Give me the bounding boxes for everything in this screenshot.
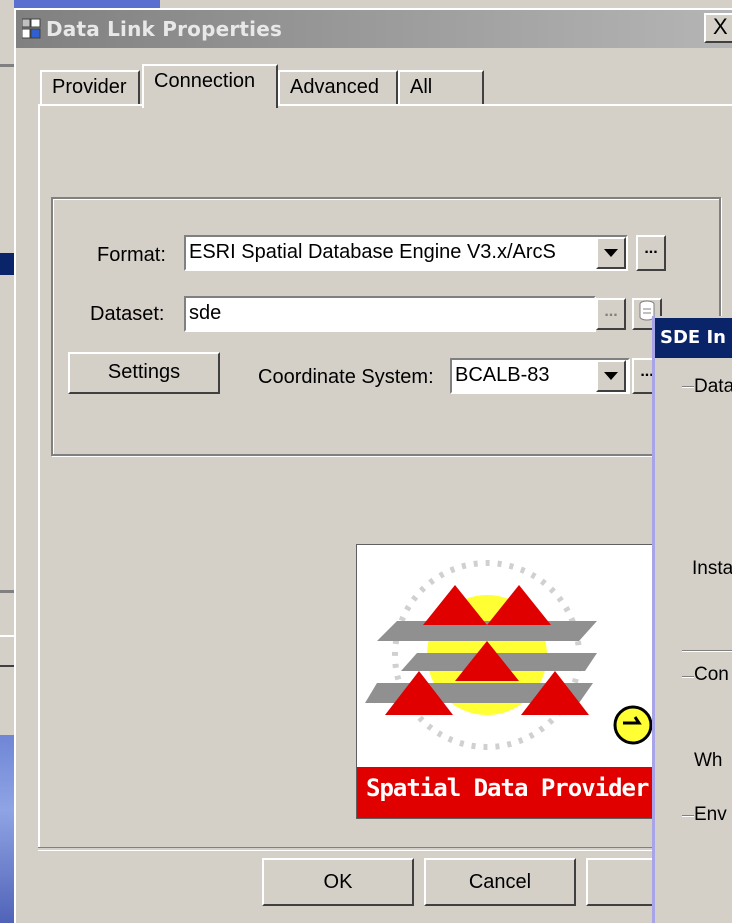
format-value: ESRI Spatial Database Engine V3.x/ArcS (189, 241, 556, 263)
sde-window-title: SDE In (660, 327, 726, 348)
sde-group-border (682, 815, 694, 817)
chevron-down-icon (604, 249, 618, 257)
sde-environment-label: Env (694, 804, 727, 825)
ok-button[interactable]: OK (262, 858, 414, 906)
dataset-input[interactable]: sde (184, 296, 596, 332)
settings-button[interactable]: Settings (68, 352, 220, 394)
tab-advanced[interactable]: Advanced (278, 70, 398, 104)
chevron-down-icon (604, 372, 618, 380)
dataset-browse-button[interactable]: ... (596, 298, 626, 330)
dataset-value: sde (189, 302, 222, 324)
tab-label: Connection (154, 70, 256, 92)
dataset-label: Dataset: (90, 303, 165, 325)
dialog-title: Data Link Properties (46, 17, 283, 41)
cancel-button[interactable]: Cancel (424, 858, 576, 906)
coordinate-dropdown-button[interactable] (596, 360, 626, 392)
format-dropdown-button[interactable] (596, 237, 626, 269)
background-desktop-panel (0, 735, 14, 923)
sde-group-label: Data (694, 376, 732, 397)
coordinate-system-label: Coordinate System: (258, 366, 434, 388)
sde-group-border (682, 386, 694, 388)
format-select[interactable]: ESRI Spatial Database Engine V3.x/ArcS (184, 235, 628, 271)
bottom-separator (38, 847, 732, 851)
background-window-edge-top (160, 0, 732, 8)
sde-instance-label: Insta (692, 558, 732, 579)
tab-all[interactable]: All (398, 70, 484, 104)
data-link-app-icon (21, 18, 42, 40)
tab-label: All (410, 76, 433, 98)
format-browse-button[interactable]: ... (636, 235, 666, 271)
tab-label: Provider (52, 76, 127, 98)
format-label: Format: (97, 244, 166, 266)
sde-group-border (682, 676, 694, 678)
coordinate-system-value: BCALB-83 (455, 364, 550, 386)
tab-connection[interactable]: Connection (142, 64, 278, 108)
tab-label: Advanced (290, 76, 379, 98)
sde-connection-label: Con (694, 664, 729, 685)
tab-provider[interactable]: Provider (40, 70, 140, 104)
sde-where-label: Wh (694, 750, 723, 771)
sde-group-border (682, 650, 732, 652)
close-button[interactable]: X (704, 13, 732, 43)
sde-info-window (652, 316, 732, 923)
